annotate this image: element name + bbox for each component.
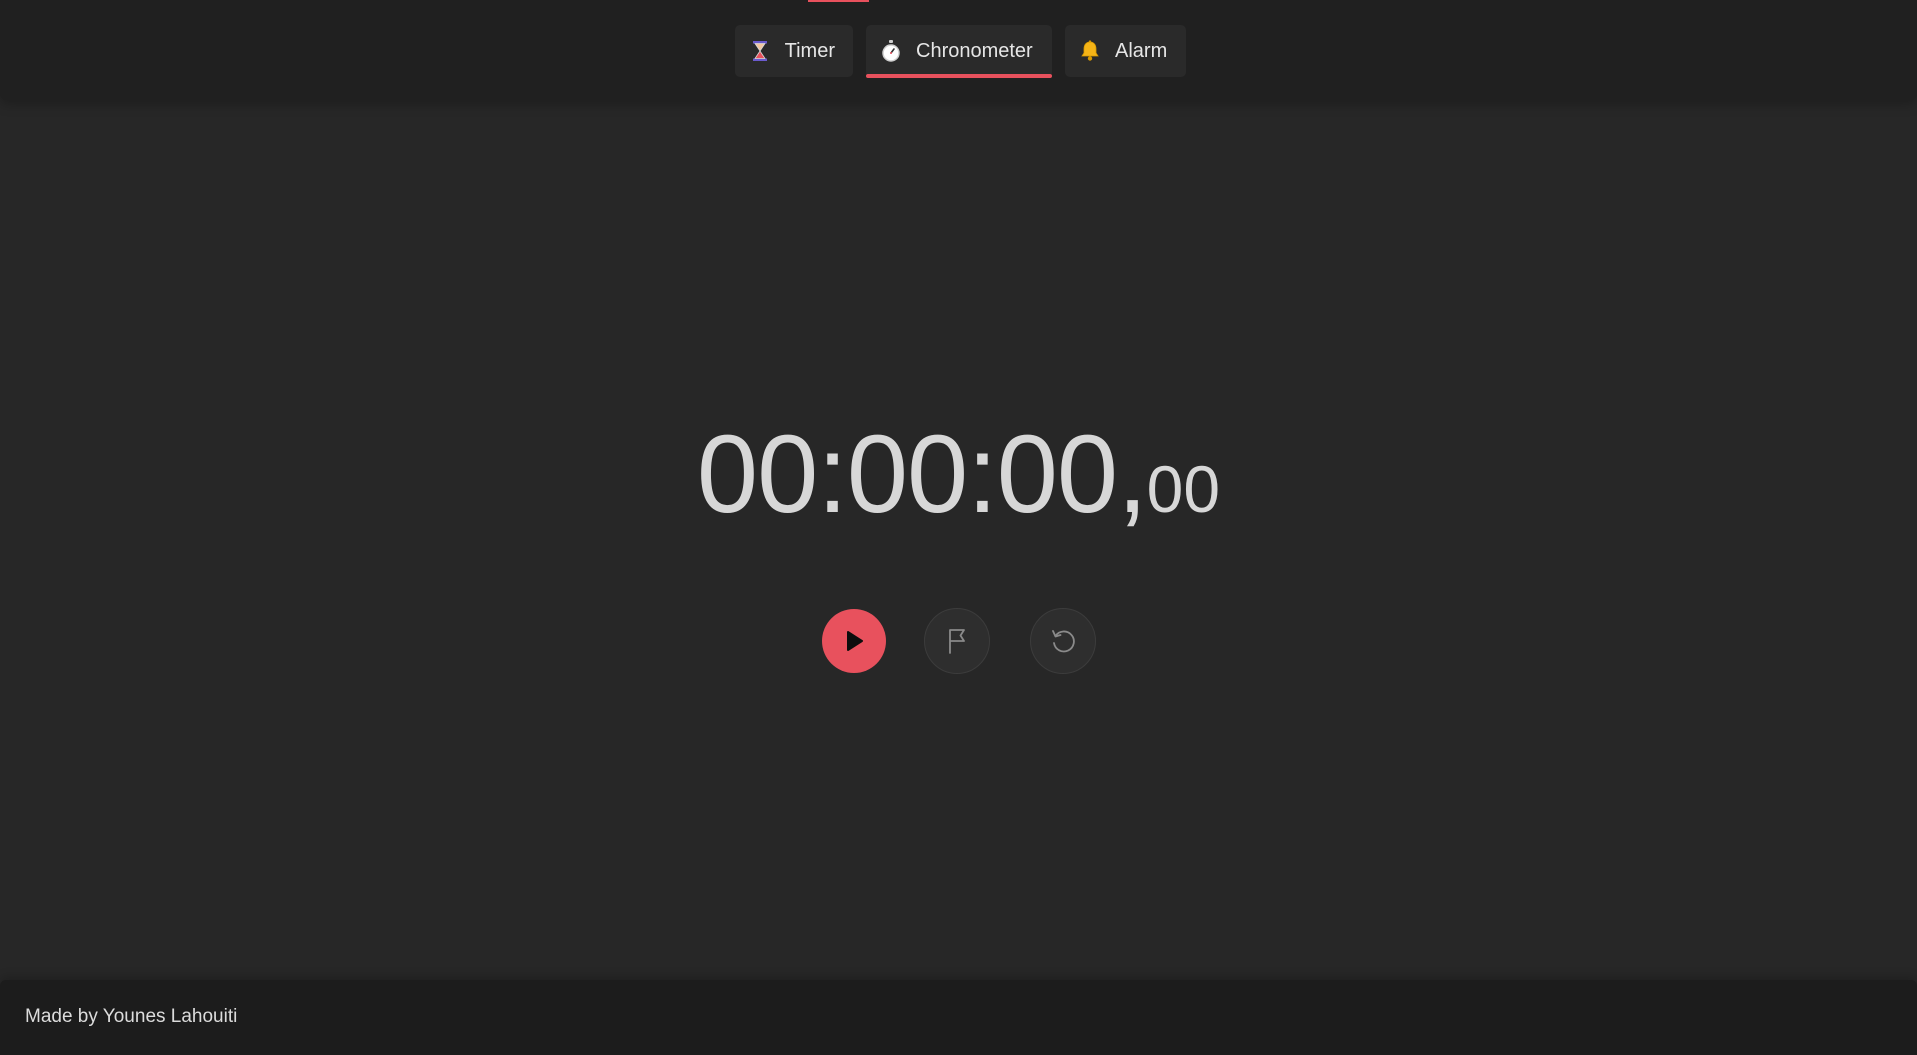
- hourglass-icon: [749, 40, 771, 62]
- tab-chronometer[interactable]: Chronometer: [866, 25, 1052, 78]
- top-accent-bar: [808, 0, 869, 2]
- play-icon: [847, 631, 863, 651]
- lap-button[interactable]: [924, 608, 990, 674]
- reset-icon: [1052, 630, 1075, 653]
- tab-alarm-label: Alarm: [1115, 39, 1168, 62]
- chronometer-display: 00:00:00,00: [0, 420, 1917, 530]
- mode-tabs: Timer Chronometer Alarm: [735, 25, 1186, 78]
- elapsed-time-main: 00:00:00,: [696, 413, 1148, 536]
- tab-alarm[interactable]: Alarm: [1065, 25, 1186, 77]
- app-window: Timer Chronometer Alarm 00:00:00,00 Made…: [0, 0, 1917, 1055]
- reset-button[interactable]: [1030, 608, 1096, 674]
- tab-chronometer-label: Chronometer: [916, 39, 1033, 62]
- play-button[interactable]: [822, 609, 886, 673]
- footer: Made by Younes Lahouiti: [0, 980, 1917, 1055]
- flag-icon: [949, 629, 965, 654]
- tab-timer-label: Timer: [784, 39, 835, 62]
- top-navigation-bar: Timer Chronometer Alarm: [0, 0, 1917, 100]
- footer-credit: Made by Younes Lahouiti: [25, 1006, 238, 1027]
- bell-icon: [1079, 40, 1101, 62]
- chronometer-controls: [822, 608, 1096, 674]
- stopwatch-icon: [880, 40, 902, 62]
- elapsed-time-fraction: 00: [1146, 452, 1221, 526]
- tab-timer[interactable]: Timer: [735, 25, 853, 77]
